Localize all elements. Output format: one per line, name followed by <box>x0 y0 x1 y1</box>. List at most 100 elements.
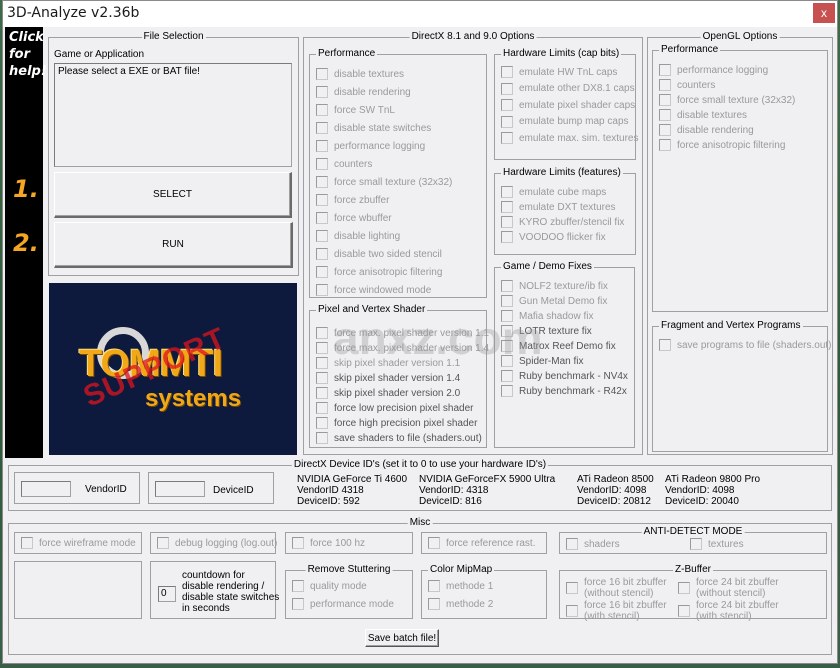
zbuffer-option[interactable]: force 16 bit zbuffer (with stencil) <box>566 600 667 622</box>
checkbox[interactable] <box>428 537 440 549</box>
checkbox[interactable] <box>566 538 578 550</box>
zbuffer-option[interactable]: force 24 bit zbuffer (with stencil) <box>678 600 779 622</box>
checkbox-option[interactable]: skip pixel shader version 1.1 <box>316 356 460 370</box>
checkbox[interactable] <box>316 417 328 429</box>
checkbox[interactable] <box>501 186 513 198</box>
checkbox[interactable] <box>428 598 440 610</box>
checkbox-option[interactable]: save programs to file (shaders.out) <box>659 338 832 352</box>
checkbox-option[interactable]: quality mode <box>292 579 367 593</box>
checkbox[interactable] <box>659 139 671 151</box>
checkbox-option[interactable]: skip pixel shader version 2.0 <box>316 386 460 400</box>
checkbox[interactable] <box>292 598 304 610</box>
checkbox-option[interactable]: force anisotropic filtering <box>659 138 785 152</box>
game-path-field[interactable]: Please select a EXE or BAT file! <box>54 63 292 167</box>
checkbox-option[interactable]: force SW TnL <box>316 103 395 117</box>
checkbox[interactable] <box>501 370 513 382</box>
checkbox-option[interactable]: force max. pixel shader version 1.4 <box>316 341 489 355</box>
checkbox[interactable] <box>316 327 328 339</box>
checkbox[interactable] <box>157 537 169 549</box>
checkbox[interactable] <box>292 580 304 592</box>
checkbox[interactable] <box>316 432 328 444</box>
checkbox[interactable] <box>316 230 328 242</box>
checkbox[interactable] <box>316 68 328 80</box>
checkbox[interactable] <box>316 402 328 414</box>
checkbox[interactable] <box>316 122 328 134</box>
checkbox[interactable] <box>566 605 578 617</box>
checkbox-option[interactable]: disable state switches <box>316 121 431 135</box>
checkbox[interactable] <box>316 284 328 296</box>
ref-rast-option[interactable]: force reference rast. <box>428 536 535 550</box>
checkbox-option[interactable]: force windowed mode <box>316 283 431 297</box>
checkbox[interactable] <box>659 94 671 106</box>
checkbox[interactable] <box>316 248 328 260</box>
checkbox-option[interactable]: force zbuffer <box>316 193 389 207</box>
checkbox[interactable] <box>501 280 513 292</box>
checkbox[interactable] <box>316 387 328 399</box>
checkbox-option[interactable]: emulate bump map caps <box>501 115 629 129</box>
vendor-id-input[interactable] <box>21 481 71 497</box>
checkbox-option[interactable]: VOODOO flicker fix <box>501 230 606 244</box>
run-button[interactable]: RUN <box>54 222 293 268</box>
checkbox[interactable] <box>501 99 513 111</box>
checkbox-option[interactable]: performance mode <box>292 597 394 611</box>
checkbox-option[interactable]: force anisotropic filtering <box>316 265 442 279</box>
checkbox-option[interactable]: force small texture (32x32) <box>316 175 452 189</box>
checkbox[interactable] <box>501 295 513 307</box>
zbuffer-option[interactable]: force 24 bit zbuffer (without stencil) <box>678 577 779 599</box>
checkbox[interactable] <box>316 158 328 170</box>
tommti-logo[interactable]: TOMMTI systems SUPPORT <box>49 283 297 455</box>
checkbox[interactable] <box>501 385 513 397</box>
anti-detect-shaders[interactable]: shaders <box>566 537 620 551</box>
checkbox[interactable] <box>501 355 513 367</box>
device-id-input[interactable] <box>155 481 205 497</box>
checkbox[interactable] <box>501 231 513 243</box>
checkbox[interactable] <box>316 176 328 188</box>
checkbox-option[interactable]: force low precision pixel shader <box>316 401 474 415</box>
checkbox[interactable] <box>566 582 578 594</box>
checkbox-option[interactable]: disable two sided stencil <box>316 247 442 261</box>
checkbox[interactable] <box>501 340 513 352</box>
checkbox-option[interactable]: LOTR texture fix <box>501 324 592 338</box>
checkbox[interactable] <box>316 140 328 152</box>
checkbox[interactable] <box>316 372 328 384</box>
checkbox[interactable] <box>678 605 690 617</box>
checkbox[interactable] <box>316 104 328 116</box>
anti-detect-textures[interactable]: textures <box>690 537 744 551</box>
checkbox-option[interactable]: emulate HW TnL caps <box>501 65 617 79</box>
checkbox[interactable] <box>659 79 671 91</box>
checkbox[interactable] <box>21 537 33 549</box>
checkbox-option[interactable]: force small texture (32x32) <box>659 93 795 107</box>
checkbox[interactable] <box>501 66 513 78</box>
checkbox-option[interactable]: emulate other DX8.1 caps <box>501 82 635 96</box>
checkbox[interactable] <box>659 124 671 136</box>
checkbox[interactable] <box>292 537 304 549</box>
checkbox[interactable] <box>501 216 513 228</box>
checkbox-option[interactable]: Matrox Reef Demo fix <box>501 339 616 353</box>
checkbox-option[interactable]: counters <box>316 157 372 171</box>
checkbox[interactable] <box>316 212 328 224</box>
checkbox-option[interactable]: emulate cube maps <box>501 185 606 199</box>
checkbox-option[interactable]: disable lighting <box>316 229 400 243</box>
select-button[interactable]: SELECT <box>54 172 292 218</box>
checkbox[interactable] <box>501 82 513 95</box>
checkbox[interactable] <box>659 64 671 76</box>
checkbox-option[interactable]: performance logging <box>659 63 768 77</box>
wireframe-option[interactable]: force wireframe mode <box>21 536 136 550</box>
checkbox-option[interactable]: force max. pixel shader version 1.1 <box>316 326 489 340</box>
checkbox-option[interactable]: Gun Metal Demo fix <box>501 294 607 308</box>
checkbox[interactable] <box>659 109 671 121</box>
checkbox-option[interactable]: KYRO zbuffer/stencil fix <box>501 215 624 229</box>
close-button[interactable]: x <box>813 3 835 23</box>
checkbox-option[interactable]: emulate pixel shader caps <box>501 98 635 112</box>
force100-option[interactable]: force 100 hz <box>292 536 365 550</box>
checkbox[interactable] <box>316 266 328 278</box>
checkbox[interactable] <box>316 357 328 369</box>
checkbox-option[interactable]: save shaders to file (shaders.out) <box>316 431 482 445</box>
help-strip[interactable]: Click for help! 1. 2. <box>5 27 47 458</box>
checkbox[interactable] <box>316 194 328 206</box>
checkbox-option[interactable]: skip pixel shader version 1.4 <box>316 371 460 385</box>
checkbox-option[interactable]: counters <box>659 78 715 92</box>
checkbox[interactable] <box>501 115 513 128</box>
checkbox-option[interactable]: performance logging <box>316 139 425 153</box>
checkbox-option[interactable]: force high precision pixel shader <box>316 416 477 430</box>
